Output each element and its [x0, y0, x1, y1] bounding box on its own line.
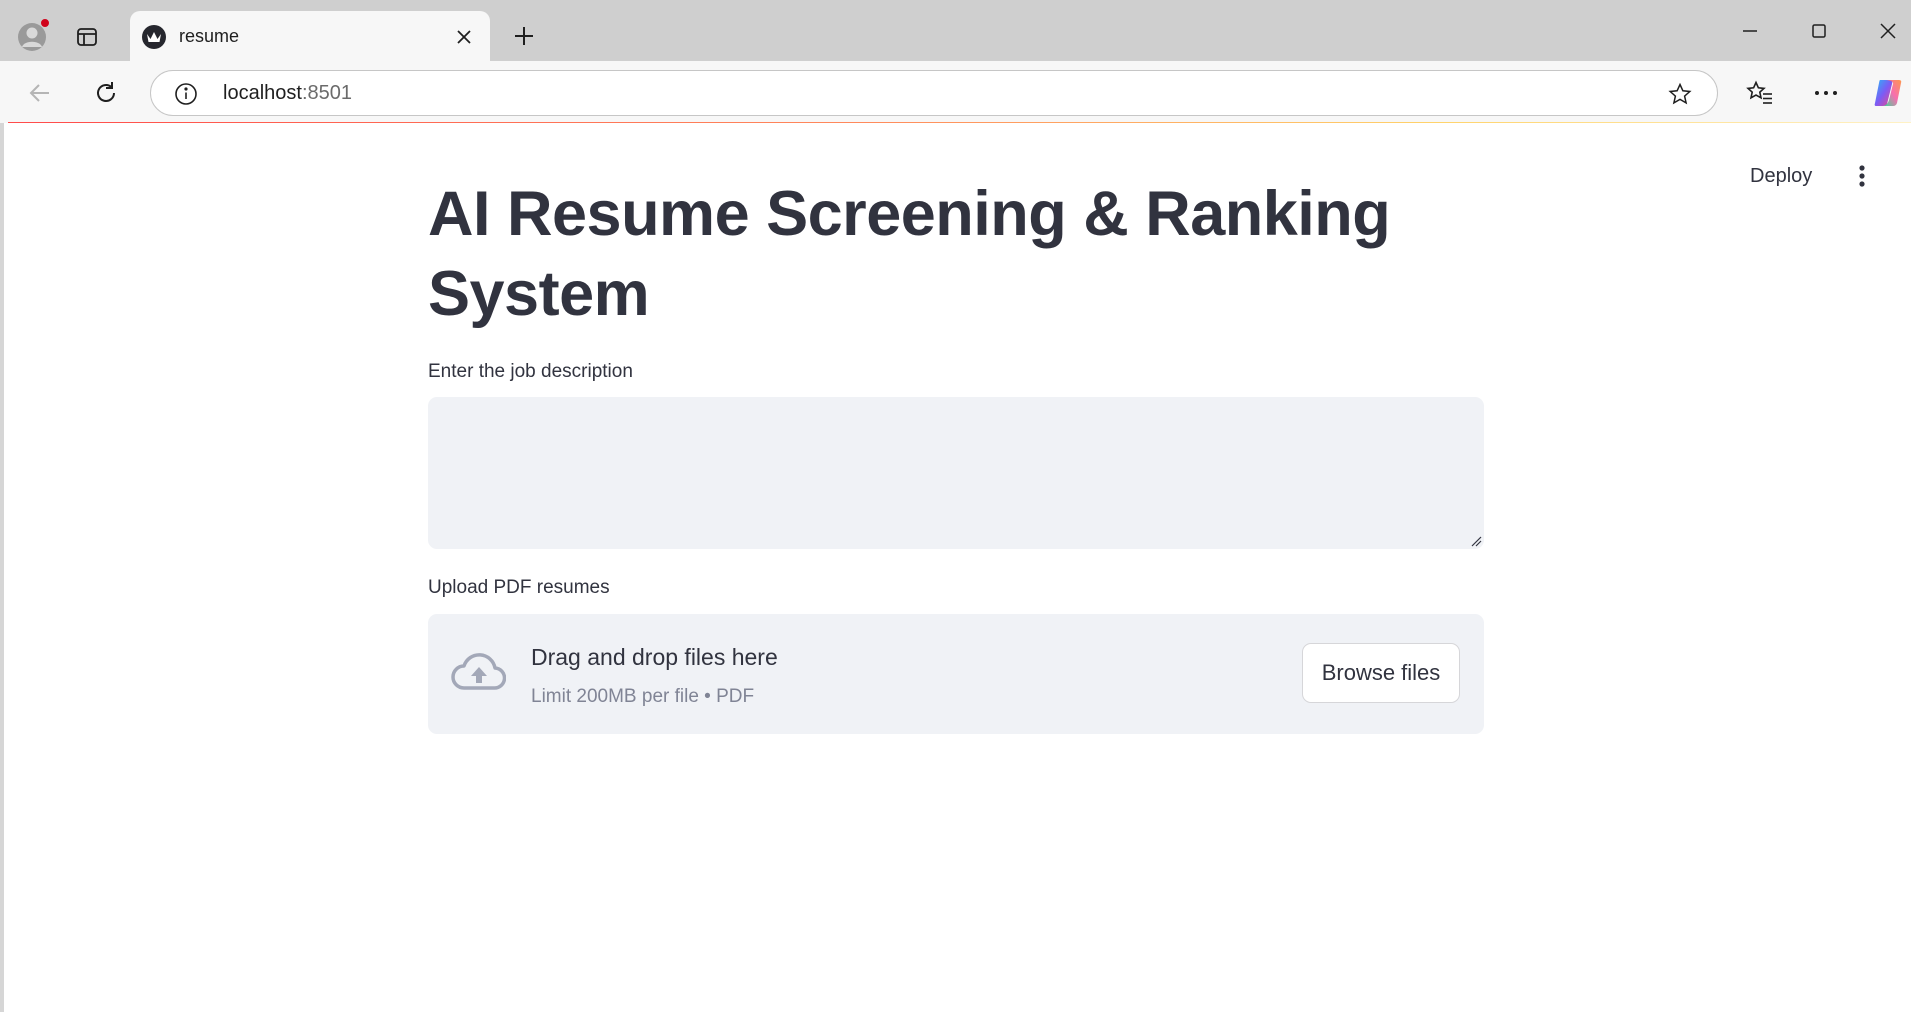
- job-description-label: Enter the job description: [428, 361, 633, 382]
- deploy-button[interactable]: Deploy: [1744, 161, 1818, 192]
- job-description-textarea[interactable]: [428, 397, 1484, 549]
- close-tab-icon[interactable]: [452, 25, 476, 49]
- maximize-icon[interactable]: [1797, 14, 1841, 48]
- streamlit-favicon-icon: [142, 25, 166, 49]
- main-menu-icon[interactable]: [1847, 159, 1877, 193]
- favorites-icon[interactable]: [1742, 75, 1778, 111]
- upload-label: Upload PDF resumes: [428, 577, 610, 598]
- browser-tabstrip: resume: [0, 0, 1911, 61]
- resize-handle-icon[interactable]: [1470, 535, 1482, 547]
- reload-icon[interactable]: [88, 75, 124, 111]
- page-title: AI Resume Screening & Ranking System: [428, 179, 1391, 329]
- browser-toolbar: localhost:8501: [0, 61, 1911, 123]
- tab-title: resume: [179, 26, 240, 46]
- dropzone-instructions: Drag and drop files here: [531, 644, 778, 670]
- more-options-icon[interactable]: [1808, 75, 1844, 111]
- file-dropzone[interactable]: Drag and drop files here Limit 200MB per…: [428, 614, 1484, 734]
- url-host: localhost: [223, 82, 302, 104]
- url-port: :8501: [301, 82, 352, 104]
- copilot-icon[interactable]: [1870, 75, 1906, 111]
- close-window-icon[interactable]: [1866, 14, 1910, 48]
- browse-files-button[interactable]: Browse files: [1302, 643, 1460, 703]
- browser-tab-active[interactable]: resume: [130, 11, 490, 61]
- url-text: localhost:8501: [223, 82, 352, 105]
- tab-actions-icon[interactable]: [72, 22, 102, 52]
- back-icon[interactable]: [22, 75, 58, 111]
- dropzone-limit-text: Limit 200MB per file • PDF: [531, 686, 755, 707]
- site-info-icon[interactable]: [173, 81, 199, 107]
- address-bar[interactable]: localhost:8501: [150, 70, 1718, 116]
- minimize-icon[interactable]: [1728, 14, 1772, 48]
- notification-dot: [40, 18, 50, 28]
- new-tab-icon[interactable]: [508, 20, 540, 52]
- cloud-upload-icon: [451, 653, 506, 690]
- favorite-star-icon[interactable]: [1667, 81, 1693, 107]
